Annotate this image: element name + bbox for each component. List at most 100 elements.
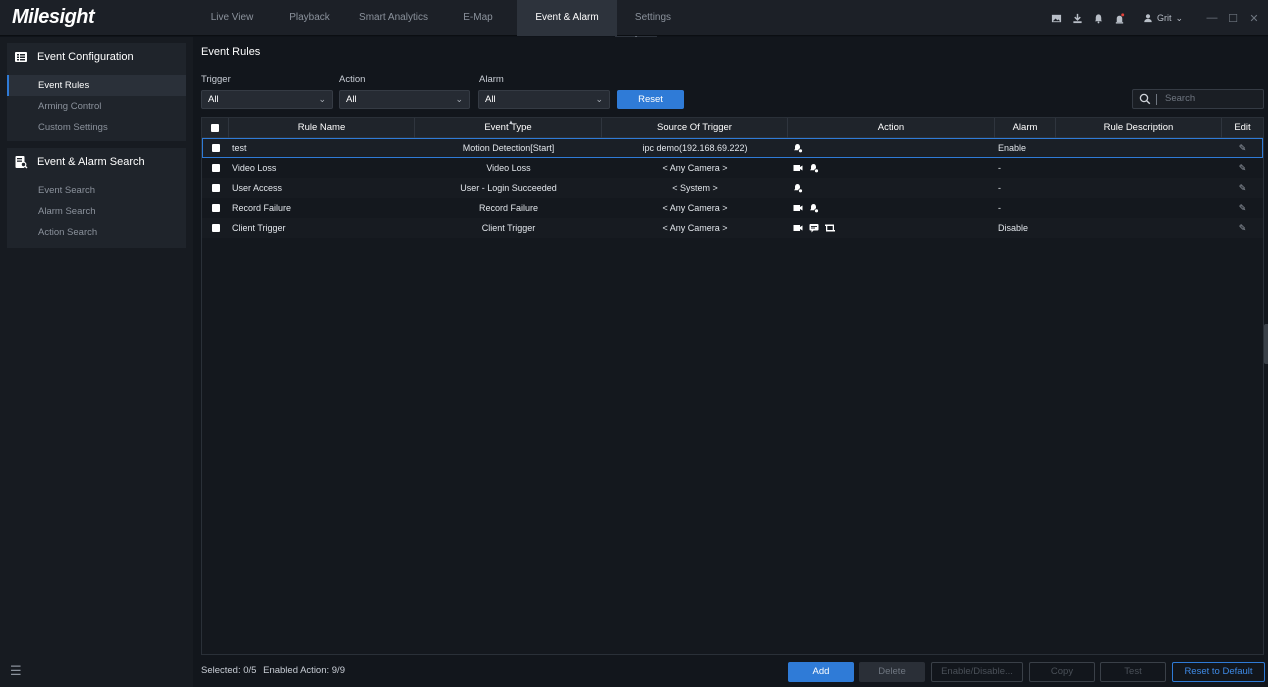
sidebar-item-custom-settings[interactable]: Custom Settings — [7, 117, 186, 138]
record-icon — [793, 165, 803, 171]
sidebar: Event Configuration Event Rules Arming C… — [0, 37, 193, 687]
enabled-action-count: Enabled Action: 9/9 — [263, 665, 345, 676]
sidebar-item-arming-control[interactable]: Arming Control — [7, 96, 186, 117]
trigger-label: Trigger — [201, 74, 231, 85]
right-panel-handle[interactable] — [1264, 324, 1268, 364]
row-checkbox[interactable] — [211, 184, 220, 192]
download-icon[interactable] — [1072, 12, 1084, 24]
source-cell: < System > — [672, 183, 718, 193]
enable-disable-button[interactable]: Enable/Disable... — [931, 662, 1023, 682]
select-all-checkbox[interactable] — [211, 124, 219, 132]
alarm-cell: Disable — [998, 223, 1029, 233]
tab-live-view[interactable]: Live View — [193, 0, 271, 36]
search-input[interactable]: Search — [1132, 89, 1264, 109]
tab-playback[interactable]: Playback — [271, 0, 348, 36]
row-checkbox-cell — [202, 138, 229, 158]
row-checkbox-cell — [202, 158, 229, 178]
source-cell: < Any Camera > — [662, 223, 728, 233]
description-cell — [1056, 198, 1222, 218]
sidebar-item-event-search[interactable]: Event Search — [7, 180, 186, 201]
alarm-cell: - — [998, 203, 1001, 213]
sidebar-header-event-configuration[interactable]: Event Configuration — [7, 43, 186, 71]
row-checkbox[interactable] — [211, 164, 220, 172]
action-select[interactable]: All ⌄ — [339, 90, 470, 109]
table-row[interactable]: Record Failure Record Failure < Any Came… — [202, 198, 1263, 218]
record-icon — [793, 205, 803, 211]
delete-button[interactable]: Delete — [859, 662, 925, 682]
user-menu[interactable]: Grit ⌄ — [1143, 13, 1183, 24]
alarm-bell-icon — [810, 204, 819, 213]
test-button[interactable]: Test — [1100, 662, 1166, 682]
copy-button[interactable]: Copy — [1029, 662, 1095, 682]
edit-icon[interactable]: ✎ — [1222, 138, 1263, 158]
action-cell — [788, 198, 995, 218]
popup-window-icon — [825, 224, 835, 232]
sidebar-item-event-rules[interactable]: Event Rules — [7, 75, 186, 96]
table-row[interactable]: Client Trigger Client Trigger < Any Came… — [202, 218, 1263, 238]
table-row[interactable]: Video Loss Video Loss < Any Camera > - ✎ — [202, 158, 1263, 178]
rule-name-cell: test — [232, 143, 247, 153]
trigger-value: All — [208, 94, 219, 105]
alarm-light-icon[interactable] — [1114, 12, 1126, 24]
add-button[interactable]: Add — [788, 662, 854, 682]
image-icon[interactable] — [1051, 12, 1063, 24]
column-source-of-trigger[interactable]: Source Of Trigger — [602, 118, 788, 138]
select-all-cell — [202, 118, 229, 138]
alarm-cell: - — [998, 163, 1001, 173]
column-alarm[interactable]: Alarm — [995, 118, 1056, 138]
selection-status: Selected: 0/5 Enabled Action: 9/9 — [201, 665, 345, 676]
alarm-cell: Enable — [998, 143, 1027, 153]
sidebar-item-alarm-search[interactable]: Alarm Search — [7, 201, 186, 222]
column-event-type[interactable]: ▲ Event Type — [415, 118, 602, 138]
action-label: Action — [339, 74, 366, 85]
bell-icon[interactable] — [1093, 12, 1105, 24]
edit-icon[interactable]: ✎ — [1222, 218, 1263, 238]
description-cell — [1056, 138, 1222, 158]
selected-count: Selected: 0/5 — [201, 665, 257, 676]
table-row[interactable]: test Motion Detection[Start] ipc demo(19… — [202, 138, 1263, 158]
row-checkbox[interactable] — [211, 224, 220, 232]
action-cell — [788, 138, 995, 158]
record-icon — [793, 225, 803, 231]
search-divider — [1156, 94, 1157, 105]
main-content: Event Rules Trigger All ⌄ Action All ⌄ A… — [193, 37, 1268, 687]
column-action[interactable]: Action — [788, 118, 995, 138]
row-checkbox[interactable] — [211, 204, 220, 212]
maximize-icon[interactable]: ☐ — [1227, 12, 1239, 25]
minimize-icon[interactable]: — — [1206, 12, 1218, 24]
rule-name-cell: Video Loss — [232, 163, 277, 173]
top-bar: Milesight Live View Playback Smart Analy… — [0, 0, 1268, 36]
edit-icon[interactable]: ✎ — [1222, 198, 1263, 218]
menu-icon[interactable]: ☰ — [10, 663, 22, 679]
reset-to-default-button[interactable]: Reset to Default — [1172, 662, 1265, 682]
search-document-icon — [15, 156, 28, 169]
close-icon[interactable]: ✕ — [1248, 12, 1260, 25]
column-rule-name[interactable]: Rule Name — [229, 118, 415, 138]
action-cell — [788, 178, 995, 198]
edit-icon[interactable]: ✎ — [1222, 158, 1263, 178]
edit-icon[interactable]: ✎ — [1222, 178, 1263, 198]
action-value: All — [346, 94, 357, 105]
sidebar-item-action-search[interactable]: Action Search — [7, 222, 186, 243]
event-rules-table: Rule Name ▲ Event Type Source Of Trigger … — [201, 117, 1264, 655]
message-icon — [809, 224, 819, 233]
tab-event-alarm[interactable]: Event & Alarm — [517, 0, 617, 36]
list-icon — [15, 52, 27, 62]
rule-name-cell: Client Trigger — [232, 223, 286, 233]
trigger-select[interactable]: All ⌄ — [201, 90, 333, 109]
alarm-select[interactable]: All ⌄ — [478, 90, 610, 109]
user-icon — [1144, 14, 1152, 23]
user-name: Grit — [1156, 13, 1172, 23]
tab-settings[interactable]: Settings — [617, 0, 689, 36]
event-type-cell: User - Login Succeeded — [460, 183, 557, 193]
source-cell: < Any Camera > — [662, 203, 728, 213]
reset-button[interactable]: Reset — [617, 90, 684, 109]
table-row[interactable]: User Access User - Login Succeeded < Sys… — [202, 178, 1263, 198]
column-edit: Edit — [1234, 122, 1251, 133]
tab-e-map[interactable]: E-Map — [439, 0, 517, 36]
tab-smart-analytics[interactable]: Smart Analytics — [348, 0, 439, 36]
alarm-bell-icon — [794, 184, 803, 193]
sidebar-header-event-alarm-search[interactable]: Event & Alarm Search — [7, 148, 186, 176]
column-rule-description[interactable]: Rule Description — [1056, 118, 1222, 138]
row-checkbox[interactable] — [211, 144, 220, 152]
